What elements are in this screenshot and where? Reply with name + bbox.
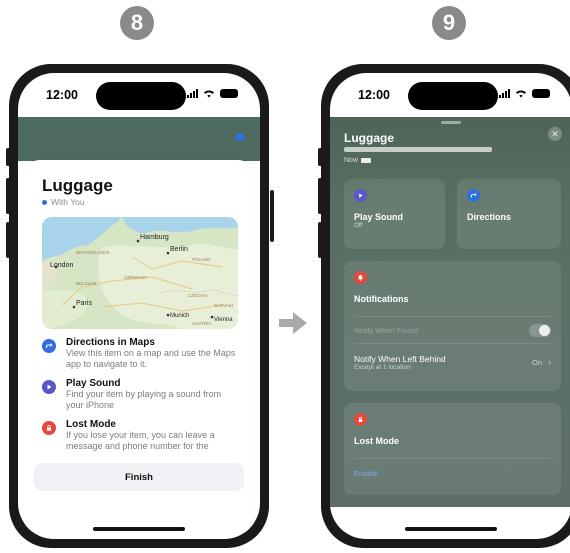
status-bar: 12:00 — [330, 73, 570, 117]
feature-description: If you lose your item, you can leave a m… — [66, 430, 215, 451]
home-indicator[interactable] — [93, 527, 185, 531]
side-button — [270, 190, 274, 242]
lock-icon — [354, 413, 367, 426]
map-label-austria: AUSTRIA — [192, 321, 212, 326]
map-preview[interactable]: Hamburg Berlin London NETHERLANDS POLAND… — [42, 217, 238, 329]
step-badge-9: 9 — [432, 6, 466, 40]
lost-mode-title: Lost Mode — [354, 436, 399, 446]
wifi-icon — [204, 89, 214, 97]
map-label-hamburg: Hamburg — [140, 234, 169, 241]
last-seen: Now — [344, 157, 372, 164]
notify-when-found-label: Notify When Found — [354, 325, 419, 335]
phone-step-8: 12:00 Luggage With You Hamburg Berlin Lo… — [9, 64, 269, 548]
cellular-signal-icon — [187, 88, 198, 98]
item-title: Luggage — [42, 176, 113, 195]
battery-icon — [220, 88, 238, 98]
finish-button[interactable]: Finish — [34, 463, 244, 491]
notify-left-behind-label: Notify When Left Behind — [354, 353, 446, 364]
play-sound-button[interactable]: Play Sound Off — [344, 179, 445, 249]
address-redacted — [344, 147, 492, 152]
location-status: With You — [42, 197, 240, 207]
feature-lost-mode: Lost Mode If you lose your item, you can… — [42, 419, 240, 452]
map-label-belgium: BELGIUM — [76, 281, 97, 286]
map-label-berlin: Berlin — [170, 246, 188, 253]
battery-icon — [532, 88, 550, 98]
home-indicator[interactable] — [405, 527, 497, 531]
play-sound-label: Play Sound — [354, 212, 404, 222]
lost-mode-card: Lost Mode Enable — [344, 403, 561, 495]
feature-description: View this item on a map and use the Maps… — [66, 348, 236, 369]
play-icon — [354, 189, 367, 202]
close-icon[interactable]: ✕ — [548, 127, 562, 141]
map-label-london: London — [50, 262, 73, 269]
map-label-netherlands: NETHERLANDS — [76, 250, 110, 255]
play-sound-status: Off — [354, 222, 363, 229]
feature-directions: Directions in Maps View this item on a m… — [42, 337, 240, 370]
dynamic-island — [408, 82, 498, 110]
dynamic-island — [96, 82, 186, 110]
wifi-icon — [516, 89, 526, 97]
play-icon — [42, 380, 56, 394]
item-title: Luggage — [344, 131, 394, 145]
cellular-signal-icon — [499, 88, 510, 98]
feature-play-sound: Play Sound Find your item by playing a s… — [42, 378, 240, 411]
map-label-czechia: CZECHIA — [188, 293, 208, 298]
phone-step-9: 12:00 ✕ Luggage Now Play Sound Off Direc… — [321, 64, 570, 548]
lock-icon — [42, 421, 56, 435]
location-dot-icon — [42, 199, 47, 205]
status-time: 12:00 — [46, 88, 78, 102]
map-label-vienna: Vienna — [214, 317, 233, 323]
map-label-munich: Munich — [170, 313, 189, 319]
feature-description: Find your item by playing a sound from y… — [66, 389, 222, 410]
next-step-arrow-icon — [279, 312, 307, 334]
bell-icon — [354, 271, 367, 284]
status-time: 12:00 — [358, 88, 390, 102]
notifications-title: Notifications — [354, 294, 409, 304]
feature-title: Lost Mode — [66, 419, 116, 430]
screen: 12:00 ✕ Luggage Now Play Sound Off Direc… — [330, 73, 570, 539]
notifications-card: Notifications Notify When Found Notify W… — [344, 261, 561, 391]
map-label-poland: POLAND — [192, 257, 211, 262]
notify-when-found-toggle[interactable] — [529, 323, 551, 337]
map-label-paris: Paris — [76, 300, 92, 307]
notify-when-found-row: Notify When Found — [354, 317, 551, 343]
home-area — [330, 507, 570, 539]
directions-icon — [467, 189, 480, 202]
map-background — [18, 117, 260, 161]
directions-label: Directions — [467, 212, 512, 222]
tutorial-stage: 8 9 12:00 Luggage With You Hamburg Berli… — [0, 0, 570, 553]
notify-left-behind-row[interactable]: Notify When Left Behind Except at 1 loca… — [354, 344, 551, 380]
chevron-right-icon: › — [548, 357, 551, 367]
directions-icon — [42, 339, 56, 353]
feature-title: Directions in Maps — [66, 337, 155, 348]
battery-level-icon — [361, 158, 372, 163]
feature-title: Play Sound — [66, 378, 121, 389]
map-label-slovakia: SLOVAKI — [214, 303, 233, 308]
notify-left-behind-value: On — [531, 357, 542, 367]
step-badge-8: 8 — [120, 6, 154, 40]
directions-button[interactable]: Directions — [457, 179, 561, 249]
lost-mode-enable-link[interactable]: Enable — [354, 469, 551, 478]
status-bar: 12:00 — [18, 73, 260, 117]
screen: 12:00 Luggage With You Hamburg Berlin Lo… — [18, 73, 260, 539]
notify-left-behind-sub: Except at 1 location — [354, 363, 411, 371]
sheet-grabber[interactable] — [441, 121, 461, 124]
map-label-germany: GERMANY — [124, 275, 147, 280]
